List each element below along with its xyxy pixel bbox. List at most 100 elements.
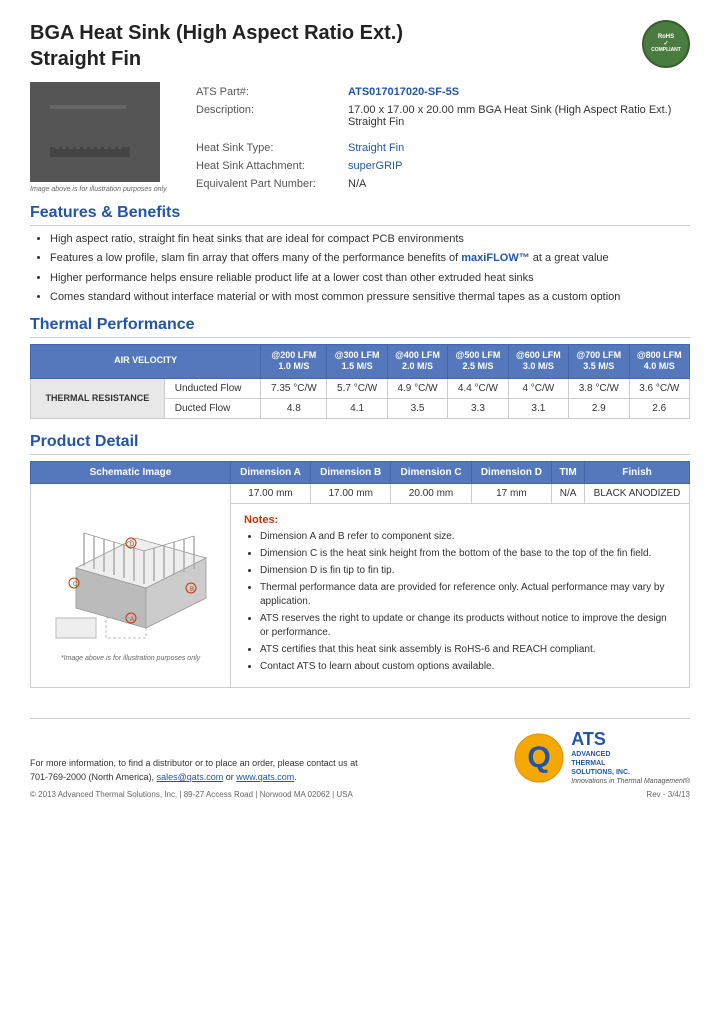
schematic-image-cell: A B C D *Image above is fo (31, 483, 231, 687)
svg-text:B: B (190, 587, 194, 593)
col6-header: @700 LFM3.5 M/S (569, 344, 629, 378)
description-label: Description: (192, 102, 342, 130)
schematic-header: Schematic Image (31, 461, 231, 483)
product-detail-table: Schematic Image Dimension A Dimension B … (30, 461, 690, 688)
ats-text-block: ATS ADVANCEDTHERMALSOLUTIONS, INC. Innov… (571, 729, 690, 786)
notes-section: Notes: Dimension A and B refer to compon… (236, 508, 684, 683)
ats-acronym: ATS (571, 729, 690, 750)
col7-header: @800 LFM4.0 M/S (629, 344, 690, 378)
unducted-flow-row: THERMAL RESISTANCE Unducted Flow 7.35 °C… (31, 378, 690, 398)
note-4: Thermal performance data are provided fo… (260, 581, 676, 609)
note-7: Contact ATS to learn about custom option… (260, 660, 676, 674)
notes-list: Dimension A and B refer to component siz… (244, 530, 676, 674)
thermal-performance-title: Thermal Performance (30, 316, 690, 338)
heat-sink-type-label: Heat Sink Type: (192, 140, 342, 156)
note-3: Dimension D is fin tip to fin tip. (260, 564, 676, 578)
svg-text:C: C (73, 582, 78, 588)
notes-title: Notes: (244, 514, 676, 526)
finish-header: Finish (585, 461, 690, 483)
tim-header: TIM (552, 461, 585, 483)
product-image-area: Image above is for illustration purposes… (30, 82, 170, 194)
ats-q-logo-svg: Q (513, 732, 565, 784)
unducted-val-4: 4.4 °C/W (448, 378, 508, 398)
dim-b-value: 17.00 mm (311, 483, 391, 503)
product-info-section: Image above is for illustration purposes… (30, 82, 690, 194)
note-2: Dimension C is the heat sink height from… (260, 547, 676, 561)
schematic-caption: *Image above is for illustration purpose… (36, 655, 225, 662)
product-specs: ATS Part#: ATS017017020-SF-5S Descriptio… (190, 82, 690, 194)
spec-table: ATS Part#: ATS017017020-SF-5S Descriptio… (190, 82, 690, 194)
footer-left: For more information, to find a distribu… (30, 757, 358, 799)
unducted-val-5: 4 °C/W (508, 378, 568, 398)
unducted-val-6: 3.8 °C/W (569, 378, 629, 398)
dim-c-header: Dimension C (391, 461, 471, 483)
footer-contact-text: For more information, to find a distribu… (30, 757, 358, 784)
air-velocity-header: AIR VELOCITY (31, 344, 261, 378)
ducted-label: Ducted Flow (164, 398, 260, 418)
feature-item-3: Higher performance helps ensure reliable… (50, 271, 690, 286)
tim-value: N/A (552, 483, 585, 503)
equivalent-part-value: N/A (344, 176, 688, 192)
product-image-svg (35, 87, 155, 177)
product-detail-title: Product Detail (30, 433, 690, 455)
rohs-text: RoHS✓COMPLIANT (651, 34, 681, 54)
ats-full-name: ADVANCEDTHERMALSOLUTIONS, INC. (571, 750, 690, 777)
notes-cell: Notes: Dimension A and B refer to compon… (231, 503, 690, 687)
unducted-label: Unducted Flow (164, 378, 260, 398)
unducted-val-2: 5.7 °C/W (327, 378, 387, 398)
note-1: Dimension A and B refer to component siz… (260, 530, 676, 544)
ducted-val-5: 3.1 (508, 398, 568, 418)
spec-row-part-number: ATS Part#: ATS017017020-SF-5S (192, 84, 688, 100)
thermal-resistance-label: THERMAL RESISTANCE (31, 378, 165, 418)
spec-row-equivalent: Equivalent Part Number: N/A (192, 176, 688, 192)
ats-tagline: Innovations in Thermal Management® (571, 777, 690, 786)
ats-logo: Q ATS ADVANCEDTHERMALSOLUTIONS, INC. Inn… (513, 729, 690, 786)
dim-a-value: 17.00 mm (231, 483, 311, 503)
footer: For more information, to find a distribu… (30, 718, 690, 799)
product-image-box (30, 82, 160, 182)
footer-email-link[interactable]: sales@qats.com (157, 772, 224, 782)
footer-right: Q ATS ADVANCEDTHERMALSOLUTIONS, INC. Inn… (513, 729, 690, 799)
product-title: BGA Heat Sink (High Aspect Ratio Ext.) S… (30, 20, 403, 72)
unducted-val-7: 3.6 °C/W (629, 378, 690, 398)
page-number: Rev - 3/4/13 (513, 790, 690, 799)
ducted-val-4: 3.3 (448, 398, 508, 418)
col3-header: @400 LFM2.0 M/S (387, 344, 447, 378)
product-title-text: BGA Heat Sink (High Aspect Ratio Ext.) S… (30, 20, 403, 72)
col2-header: @300 LFM1.5 M/S (327, 344, 387, 378)
footer-website-link[interactable]: www.qats.com (236, 772, 294, 782)
ducted-val-2: 4.1 (327, 398, 387, 418)
detail-header-row: Schematic Image Dimension A Dimension B … (31, 461, 690, 483)
feature-item-2: Features a low profile, slam fin array t… (50, 251, 690, 266)
spec-row-description: Description: 17.00 x 17.00 x 20.00 mm BG… (192, 102, 688, 130)
heat-sink-type-value: Straight Fin (344, 140, 688, 156)
dim-d-value: 17 mm (471, 483, 551, 503)
detail-values-row: A B C D *Image above is fo (31, 483, 690, 503)
description-value: 17.00 x 17.00 x 20.00 mm BGA Heat Sink (… (344, 102, 688, 130)
part-number-label: ATS Part#: (192, 84, 342, 100)
col4-header: @500 LFM2.5 M/S (448, 344, 508, 378)
dim-b-header: Dimension B (311, 461, 391, 483)
spec-row-type: Heat Sink Type: Straight Fin (192, 140, 688, 156)
feature-item-4: Comes standard without interface materia… (50, 290, 690, 305)
col1-header: @200 LFM1.0 M/S (261, 344, 327, 378)
features-list: High aspect ratio, straight fin heat sin… (30, 232, 690, 306)
heat-sink-attachment-label: Heat Sink Attachment: (192, 158, 342, 174)
spec-row-spacer (192, 132, 688, 138)
ducted-val-1: 4.8 (261, 398, 327, 418)
rohs-badge: RoHS✓COMPLIANT (642, 20, 690, 68)
thermal-header-row: AIR VELOCITY @200 LFM1.0 M/S @300 LFM1.5… (31, 344, 690, 378)
footer-copyright: © 2013 Advanced Thermal Solutions, Inc. … (30, 790, 358, 799)
finish-value: BLACK ANODIZED (585, 483, 690, 503)
dim-a-header: Dimension A (231, 461, 311, 483)
unducted-val-1: 7.35 °C/W (261, 378, 327, 398)
unducted-val-3: 4.9 °C/W (387, 378, 447, 398)
feature-item-1: High aspect ratio, straight fin heat sin… (50, 232, 690, 247)
page-header: BGA Heat Sink (High Aspect Ratio Ext.) S… (30, 20, 690, 72)
svg-text:D: D (130, 542, 135, 548)
schematic-image-svg: A B C D (46, 488, 216, 648)
features-section-title: Features & Benefits (30, 204, 690, 226)
note-6: ATS certifies that this heat sink assemb… (260, 643, 676, 657)
ducted-val-7: 2.6 (629, 398, 690, 418)
page: BGA Heat Sink (High Aspect Ratio Ext.) S… (0, 0, 720, 1012)
